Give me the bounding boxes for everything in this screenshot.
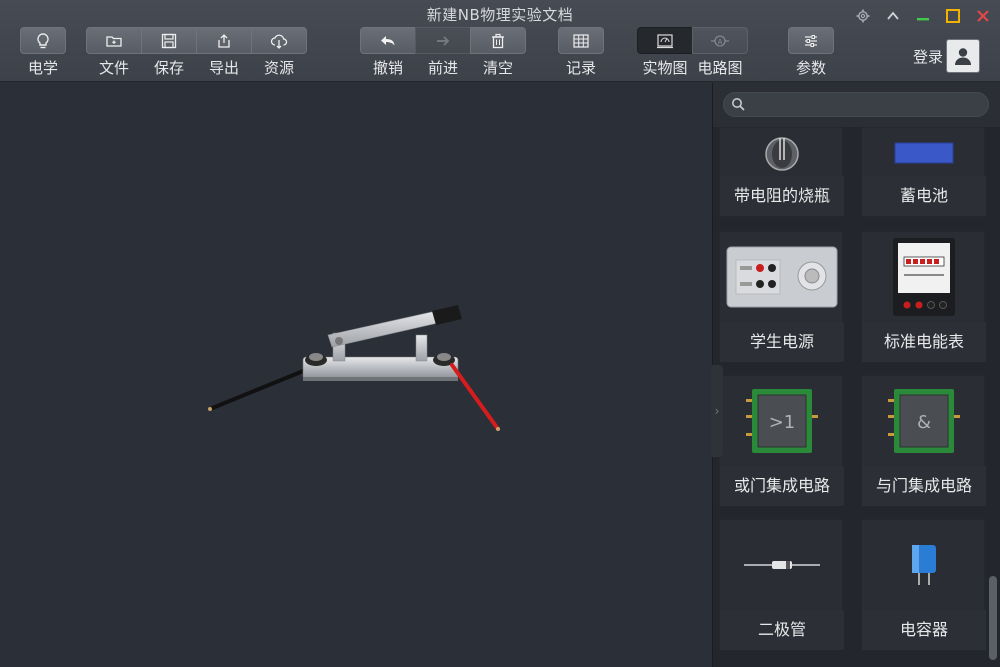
save-label: 保存 [153,59,184,77]
undo-button[interactable] [360,27,416,54]
real-view-label: 实物图 [642,59,688,77]
electric-meter-icon [893,238,955,316]
component-item-diode[interactable]: 二极管 [719,519,844,650]
params-label: 参数 [795,59,826,77]
component-search-input[interactable] [723,92,989,117]
component-label: 或门集成电路 [720,466,844,506]
component-label: 蓄电池 [862,176,986,216]
component-label: 学生电源 [720,322,844,362]
file-label: 文件 [98,59,129,77]
close-icon[interactable] [974,7,992,25]
electricity-label: 电学 [27,59,58,77]
component-label: 标准电能表 [862,322,986,362]
window-controls [854,6,992,26]
share-export-icon [218,33,230,48]
capacitor-icon [912,545,936,585]
redo-button[interactable] [415,27,471,54]
svg-text:A: A [718,38,723,46]
cloud-download-icon [270,34,288,49]
diode-icon [744,561,820,569]
chip-text: >1 [769,412,796,433]
trash-icon [492,33,504,48]
record-button[interactable] [558,27,604,54]
undo-arrow-icon [381,35,395,45]
diode-thumbnail [720,520,844,610]
user-icon [955,48,971,65]
avatar[interactable] [946,39,980,73]
battery-thumbnail [862,128,986,176]
clear-button[interactable] [470,27,526,54]
black-wire[interactable] [208,367,310,411]
or-gate-thumbnail: >1 [720,376,844,466]
component-label: 二极管 [720,610,844,650]
and-gate-chip-icon: & [888,389,960,453]
export-label: 导出 [208,59,239,77]
component-label: 带电阻的烧瓶 [720,176,844,216]
component-panel: 带电阻的烧瓶 蓄电池 学生电源 标准电能表 >1 或门集成电路 & 与门集成电路… [712,83,1000,667]
component-item-student-power[interactable]: 学生电源 [719,231,844,362]
search-bar [713,83,1000,127]
chip-text: & [917,412,931,433]
panel-scrollbar[interactable] [989,576,997,660]
or-gate-chip-icon: >1 [746,389,818,453]
minimize-icon[interactable] [914,7,932,25]
folder-icon [106,35,122,47]
floppy-disk-icon [161,33,177,48]
resources-label: 资源 [263,59,294,77]
top-toolbar: 新建NB物理实验文档 电学 文件 保存 导出 资源 撤销 前进 清空 记录 A … [0,0,1000,82]
energy-meter-thumbnail [862,232,986,322]
chevron-right-icon: › [714,404,720,418]
collapse-up-icon[interactable] [884,7,902,25]
red-wire[interactable] [450,363,500,431]
capacitor-thumbnail [862,520,986,610]
app-window: 新建NB物理实验文档 电学 文件 保存 导出 资源 撤销 前进 清空 记录 A … [0,0,1000,667]
sliders-icon [805,34,817,47]
experiment-canvas[interactable] [0,83,712,667]
circuit-view-button[interactable]: A [692,27,748,54]
component-item-battery[interactable]: 蓄电池 [861,127,986,217]
maximize-icon[interactable] [944,7,962,25]
table-grid-icon [573,33,589,48]
power-supply-icon [726,246,838,308]
redo-arrow-icon [437,35,450,46]
save-button[interactable] [141,27,197,54]
real-view-button[interactable] [637,27,693,54]
student-power-thumbnail [720,232,844,322]
redo-label: 前进 [427,59,458,77]
clear-label: 清空 [482,59,513,77]
panel-collapse-handle[interactable]: › [711,365,723,457]
component-item-capacitor[interactable]: 电容器 [861,519,986,650]
file-button[interactable] [86,27,142,54]
flask-with-resistor-icon [765,137,799,171]
search-icon [732,98,745,111]
login-label[interactable]: 登录 [913,46,943,67]
component-item-and-gate[interactable]: & 与门集成电路 [861,375,986,506]
lightbulb-icon [37,32,49,48]
component-label: 电容器 [862,610,986,650]
component-item-or-gate[interactable]: >1 或门集成电路 [719,375,844,506]
export-button[interactable] [196,27,252,54]
resources-button[interactable] [251,27,307,54]
electricity-button[interactable] [20,27,66,54]
component-item-energy-meter[interactable]: 标准电能表 [861,231,986,362]
settings-icon[interactable] [854,7,872,25]
undo-label: 撤销 [372,59,403,77]
window-title: 新建NB物理实验文档 [426,6,574,24]
ammeter-symbol-icon: A [711,34,729,47]
params-button[interactable] [788,27,834,54]
meter-icon [657,33,673,48]
flask-thumbnail [720,128,844,176]
and-gate-thumbnail: & [862,376,986,466]
storage-battery-icon [894,142,954,164]
component-label: 与门集成电路 [862,466,986,506]
knife-switch[interactable] [200,293,510,443]
record-label: 记录 [565,59,596,77]
circuit-view-label: 电路图 [697,59,743,77]
component-item-flask[interactable]: 带电阻的烧瓶 [719,127,844,217]
